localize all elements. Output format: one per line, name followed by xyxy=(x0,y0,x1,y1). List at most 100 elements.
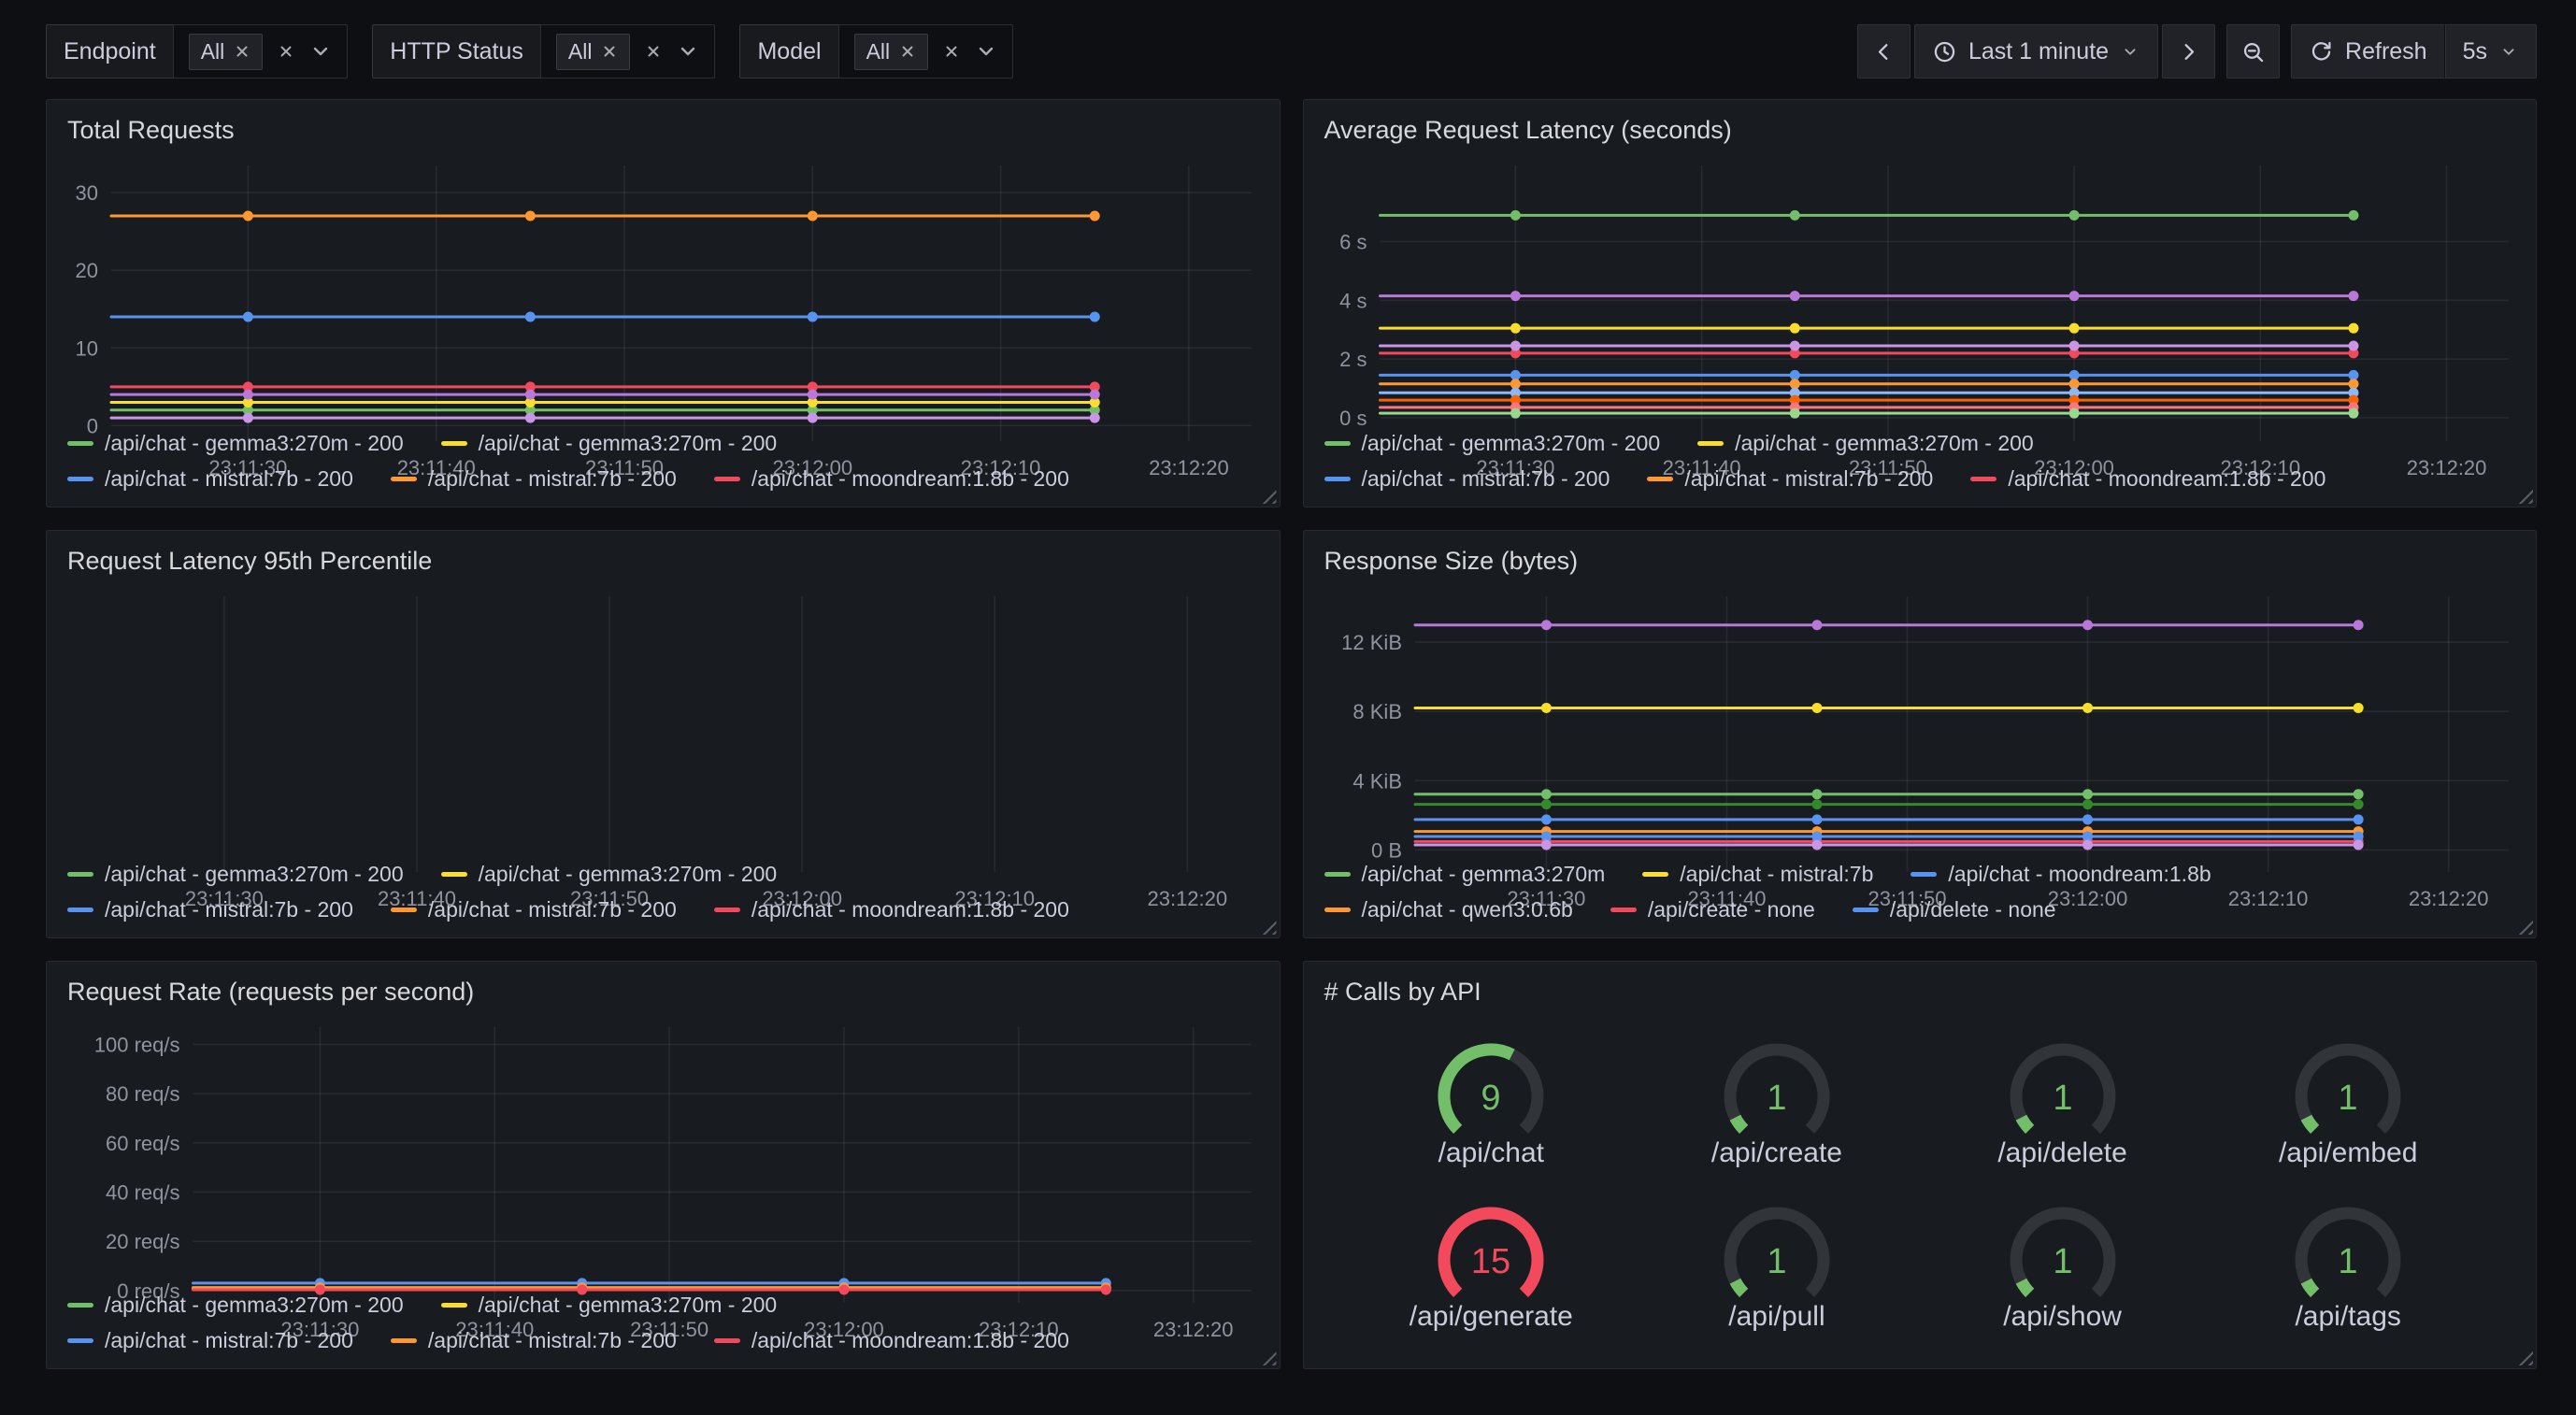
svg-text:23:11:40: 23:11:40 xyxy=(1687,887,1766,910)
filter-model: Model All xyxy=(739,24,1013,79)
clock-icon xyxy=(1932,39,1957,64)
panel-resize-handle[interactable] xyxy=(1262,1351,1277,1365)
panel-title[interactable]: # Calls by API xyxy=(1324,977,2520,1007)
gauge-label: /api/create xyxy=(1711,1137,1842,1169)
chevron-down-icon[interactable] xyxy=(677,40,699,63)
request-rate-chart[interactable]: 23:11:3023:11:4023:11:5023:12:0023:12:10… xyxy=(64,1014,1263,1279)
svg-text:23:11:50: 23:11:50 xyxy=(570,887,649,910)
response-size-chart[interactable]: 23:11:3023:11:4023:11:5023:12:0023:12:10… xyxy=(1321,583,2520,848)
gauge-label: /api/pull xyxy=(1728,1301,1825,1333)
refresh-icon xyxy=(2309,39,2334,64)
gauge-value: 1 xyxy=(2339,1242,2358,1281)
filter-endpoint-tag[interactable]: All xyxy=(189,34,264,70)
gauge-arc: 1 xyxy=(1693,1035,1861,1145)
svg-text:23:11:40: 23:11:40 xyxy=(397,456,476,479)
gauge-cell: 1/api/tags xyxy=(2264,1198,2432,1333)
time-controls: Last 1 minute Refresh 5s xyxy=(1857,24,2537,79)
svg-text:23:11:30: 23:11:30 xyxy=(1507,887,1585,910)
svg-text:23:11:50: 23:11:50 xyxy=(630,1318,708,1341)
panel-title[interactable]: Response Size (bytes) xyxy=(1324,546,2520,576)
chevron-down-icon[interactable] xyxy=(975,40,997,63)
filter-endpoint: Endpoint All xyxy=(46,24,348,79)
svg-text:23:12:00: 23:12:00 xyxy=(762,887,842,910)
panel-request-rate: Request Rate (requests per second) 23:11… xyxy=(46,961,1281,1369)
panel-total-requests: Total Requests 23:11:3023:11:4023:11:502… xyxy=(46,99,1281,507)
remove-tag-icon[interactable] xyxy=(899,43,916,60)
svg-text:23:12:10: 23:12:10 xyxy=(979,1318,1059,1341)
svg-text:23:12:20: 23:12:20 xyxy=(1149,456,1229,479)
chevron-down-icon xyxy=(2120,41,2140,62)
filter-model-tag[interactable]: All xyxy=(854,34,929,70)
panel-title[interactable]: Total Requests xyxy=(67,115,1263,145)
gauge-value: 1 xyxy=(1767,1242,1786,1281)
gauge-cell: 1/api/pull xyxy=(1693,1198,1861,1333)
latency-95th-percentile-chart[interactable]: 23:11:3023:11:4023:11:5023:12:0023:12:10… xyxy=(64,583,1263,848)
time-forward-button[interactable] xyxy=(2162,24,2215,79)
svg-text:6 s: 6 s xyxy=(1339,231,1367,254)
total-requests-chart[interactable]: 23:11:3023:11:4023:11:5023:12:0023:12:10… xyxy=(64,152,1263,417)
panel-resize-handle[interactable] xyxy=(1262,920,1277,935)
filter-http-status-select[interactable]: All xyxy=(540,24,716,79)
refresh-interval-label: 5s xyxy=(2463,38,2487,65)
panel-title[interactable]: Request Rate (requests per second) xyxy=(67,977,1263,1007)
gauge-value: 9 xyxy=(1481,1079,1501,1118)
filter-endpoint-select[interactable]: All xyxy=(173,24,349,79)
svg-text:4 KiB: 4 KiB xyxy=(1352,770,1402,793)
filter-model-label: Model xyxy=(739,24,837,79)
panel-resize-handle[interactable] xyxy=(2518,489,2533,504)
svg-text:23:12:20: 23:12:20 xyxy=(1153,1318,1234,1341)
svg-text:23:11:30: 23:11:30 xyxy=(208,456,287,479)
chevron-down-icon xyxy=(2498,41,2519,62)
svg-text:23:12:00: 23:12:00 xyxy=(804,1318,884,1341)
panel-resize-handle[interactable] xyxy=(2518,920,2533,935)
refresh-interval-button[interactable]: 5s xyxy=(2445,24,2537,79)
svg-text:0: 0 xyxy=(87,415,98,438)
gauge-value: 1 xyxy=(2053,1242,2072,1281)
panel-title[interactable]: Average Request Latency (seconds) xyxy=(1324,115,2520,145)
remove-tag-icon[interactable] xyxy=(234,43,250,60)
filter-http-status: HTTP Status All xyxy=(372,24,715,79)
svg-text:30: 30 xyxy=(76,181,98,205)
gauge-label: /api/embed xyxy=(2279,1137,2417,1169)
svg-text:4 s: 4 s xyxy=(1339,290,1367,313)
svg-text:80 req/s: 80 req/s xyxy=(106,1083,180,1107)
svg-text:23:12:10: 23:12:10 xyxy=(961,456,1041,479)
svg-text:8 KiB: 8 KiB xyxy=(1352,701,1402,724)
chevron-right-icon xyxy=(2176,39,2201,64)
zoom-out-button[interactable] xyxy=(2226,24,2280,79)
panel-title[interactable]: Request Latency 95th Percentile xyxy=(67,546,1263,576)
time-back-button[interactable] xyxy=(1857,24,1911,79)
remove-tag-icon[interactable] xyxy=(601,43,618,60)
filter-http-status-tag[interactable]: All xyxy=(556,34,631,70)
clear-icon[interactable] xyxy=(943,43,960,60)
calls-by-api-gauges: 9/api/chat1/api/create1/api/delete1/api/… xyxy=(1321,1014,2520,1359)
filter-model-select[interactable]: All xyxy=(838,24,1014,79)
dashboard-grid: Total Requests 23:11:3023:11:4023:11:502… xyxy=(0,99,2576,1369)
chevron-left-icon xyxy=(1871,39,1896,64)
panel-response-size: Response Size (bytes) 23:11:3023:11:4023… xyxy=(1303,530,2538,938)
time-range-button[interactable]: Last 1 minute xyxy=(1914,24,2158,79)
gauge-arc: 1 xyxy=(2264,1035,2432,1145)
svg-text:40 req/s: 40 req/s xyxy=(106,1181,180,1205)
gauge-arc: 9 xyxy=(1407,1035,1575,1145)
panel-resize-handle[interactable] xyxy=(2518,1351,2533,1365)
clear-icon[interactable] xyxy=(278,43,294,60)
gauge-label: /api/delete xyxy=(1997,1137,2126,1169)
gauge-value: 15 xyxy=(1471,1242,1510,1281)
svg-text:23:12:10: 23:12:10 xyxy=(2227,887,2308,910)
svg-text:0 s: 0 s xyxy=(1339,407,1367,430)
svg-text:23:11:30: 23:11:30 xyxy=(1476,456,1554,479)
gauge-value: 1 xyxy=(1767,1079,1786,1118)
gauge-arc: 1 xyxy=(1979,1035,2147,1145)
svg-text:2 s: 2 s xyxy=(1339,349,1367,372)
panel-resize-handle[interactable] xyxy=(1262,489,1277,504)
svg-text:23:11:40: 23:11:40 xyxy=(455,1318,534,1341)
svg-text:20: 20 xyxy=(76,260,98,283)
refresh-button[interactable]: Refresh xyxy=(2291,24,2445,79)
filter-http-status-label: HTTP Status xyxy=(372,24,540,79)
clear-icon[interactable] xyxy=(645,43,662,60)
svg-text:12 KiB: 12 KiB xyxy=(1341,631,1402,654)
svg-text:23:12:10: 23:12:10 xyxy=(2220,456,2300,479)
avg-request-latency-chart[interactable]: 23:11:3023:11:4023:11:5023:12:0023:12:10… xyxy=(1321,152,2520,417)
chevron-down-icon[interactable] xyxy=(309,40,332,63)
